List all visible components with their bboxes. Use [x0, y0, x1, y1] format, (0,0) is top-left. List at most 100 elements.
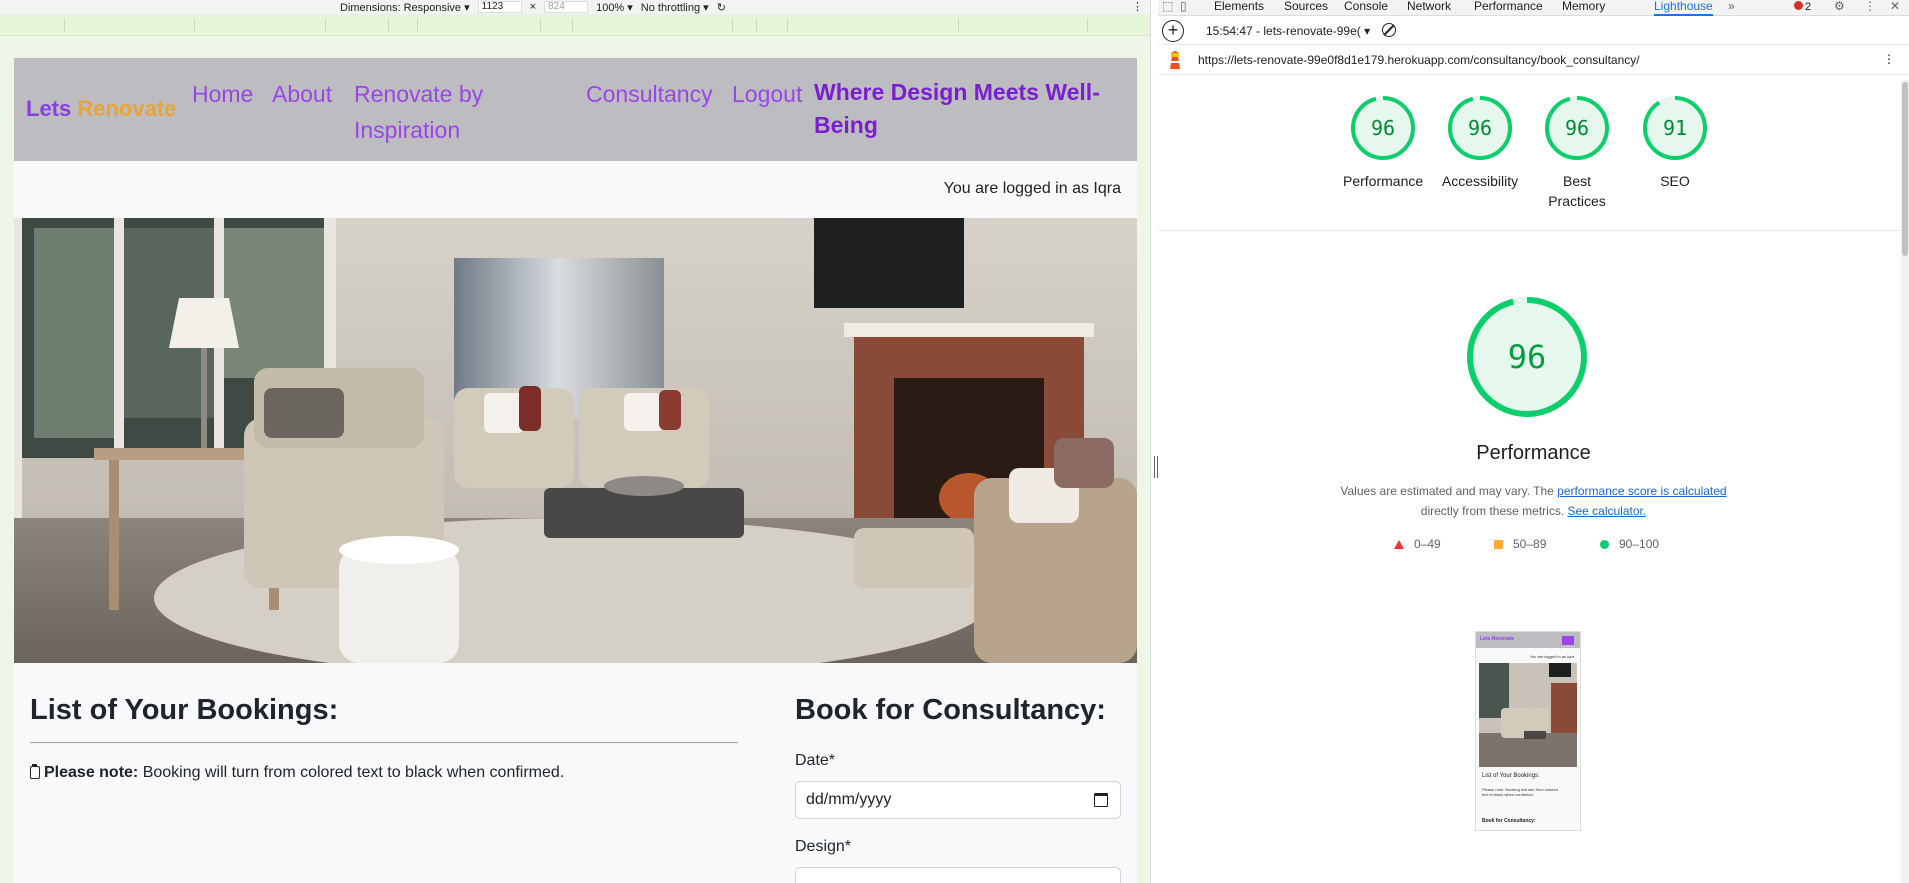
see-calculator-link[interactable]: See calculator. — [1567, 504, 1646, 518]
legend-mid-label: 50–89 — [1513, 537, 1547, 551]
legend-low: 0–49 — [1394, 537, 1441, 551]
book-consultancy-heading: Book for Consultancy: — [795, 694, 1106, 726]
devtools-menu-icon[interactable]: ⋮ — [1864, 0, 1876, 12]
tab-network[interactable]: Network — [1407, 0, 1451, 16]
lighthouse-toolbar: + 15:54:47 - lets-renovate-99e( ▾ — [1158, 17, 1909, 45]
tab-sources[interactable]: Sources — [1284, 0, 1328, 16]
thumb-menu-icon — [1562, 636, 1574, 645]
legend-high: 90–100 — [1600, 537, 1659, 551]
rotate-icon[interactable]: ↻ — [717, 1, 726, 14]
legend-mid: 50–89 — [1494, 537, 1546, 551]
settings-gear-icon[interactable]: ⚙ — [1834, 0, 1845, 12]
nav-consultancy[interactable]: Consultancy — [586, 76, 713, 112]
tab-performance[interactable]: Performance — [1474, 0, 1543, 16]
gauge-score: 96 — [1370, 116, 1396, 140]
clipboard-icon — [30, 764, 40, 779]
gauge-label: Performance — [1343, 173, 1424, 189]
ruler-tick — [64, 18, 65, 32]
gauge-performance[interactable]: 96 Performance — [1343, 95, 1423, 191]
thumb-hero-image — [1479, 663, 1577, 767]
error-badge[interactable]: 2 — [1794, 1, 1811, 13]
times-icon: × — [529, 1, 537, 13]
clear-reports-icon[interactable] — [1382, 23, 1396, 37]
report-scrollbar[interactable] — [1901, 80, 1909, 883]
devtools-tabbar: ⬚ ▯ Elements Sources Console Network Per… — [1158, 0, 1909, 16]
scrollbar-thumb[interactable] — [1902, 82, 1908, 256]
site-navbar: Lets Renovate Home About Renovate by Ins… — [14, 58, 1137, 161]
design-select[interactable] — [795, 867, 1121, 883]
performance-main-gauge: 96 — [1465, 295, 1589, 419]
report-dropdown-icon: ▾ — [1364, 24, 1371, 38]
performance-description: Values are estimated and may vary. The p… — [1158, 481, 1909, 521]
width-input[interactable]: 1123 — [477, 1, 522, 13]
desc-text-1: Values are estimated and may vary. The — [1340, 484, 1558, 498]
error-count: 2 — [1805, 1, 1812, 13]
note-text: Booking will turn from colored text to b… — [138, 764, 565, 781]
thumb-book-title: Book for Consultancy: — [1482, 818, 1536, 824]
lighthouse-logo-icon — [1170, 51, 1180, 69]
site-tagline: Where Design Meets Well- Being — [814, 76, 1114, 142]
emulated-page: Lets Renovate Home About Renovate by Ins… — [14, 58, 1137, 883]
logged-in-status: You are logged in as Iqra — [943, 180, 1121, 197]
more-options-icon[interactable]: ⋮ — [1132, 0, 1143, 13]
device-controls: Dimensions: Responsive ▾ 1123 × 824 100%… — [340, 0, 726, 14]
inspect-icon[interactable]: ⬚ — [1162, 0, 1173, 12]
ruler-tick — [756, 18, 757, 32]
height-input[interactable]: 824 — [544, 1, 589, 13]
date-input[interactable]: dd/mm/yyyy — [795, 781, 1121, 819]
note-label: Please note: — [44, 764, 139, 781]
tab-elements[interactable]: Elements — [1214, 0, 1264, 16]
page-screenshot-thumbnail[interactable]: Lets Renovate You are logged in as Iqra … — [1475, 631, 1581, 831]
tagline-line-2: Being — [814, 112, 878, 138]
ruler-tick — [958, 18, 959, 32]
thumb-logo: Lets Renovate — [1480, 636, 1515, 642]
media-query-ruler[interactable] — [0, 14, 1150, 36]
gauge-seo[interactable]: 91 SEO — [1635, 95, 1715, 191]
nav-about[interactable]: About — [272, 76, 332, 112]
dock-divider[interactable] — [1150, 0, 1158, 883]
site-logo[interactable]: Lets Renovate — [26, 96, 176, 122]
circle-icon — [1600, 540, 1609, 549]
gauge-best-practices[interactable]: 96 Best Practices — [1537, 95, 1617, 211]
devtools-panel: ⬚ ▯ Elements Sources Console Network Per… — [1158, 0, 1909, 883]
report-selector[interactable]: 15:54:47 - lets-renovate-99e( ▾ — [1206, 24, 1370, 38]
tab-console[interactable]: Console — [1344, 0, 1388, 16]
throttling-dropdown[interactable]: No throttling ▾ — [641, 1, 709, 14]
new-report-icon[interactable]: + — [1162, 20, 1184, 42]
date-placeholder: dd/mm/yyyy — [806, 791, 892, 808]
gauge-label: Accessibility — [1441, 173, 1519, 189]
nav-renovate-by-inspiration[interactable]: Renovate by Inspiration — [354, 76, 544, 148]
performance-title: Performance — [1476, 442, 1591, 464]
device-toolbar: Dimensions: Responsive ▾ 1123 × 824 100%… — [0, 0, 1150, 14]
dimensions-dropdown[interactable]: Dimensions: Responsive ▾ — [340, 1, 470, 14]
main-gauge-score: 96 — [1507, 338, 1547, 376]
gauges-divider — [1158, 230, 1909, 231]
close-devtools-icon[interactable]: ✕ — [1890, 0, 1900, 12]
thumb-login: You are logged in as Iqra — [1529, 654, 1574, 659]
report-menu-icon[interactable]: ⋮ — [1883, 52, 1895, 66]
legend-high-label: 90–100 — [1619, 537, 1660, 551]
ruler-tick — [787, 18, 788, 32]
ruler-tick — [194, 18, 195, 32]
desc-text-2: directly from these metrics. — [1420, 504, 1568, 518]
gauge-label: Best Practices — [1548, 173, 1606, 209]
more-tabs-icon[interactable]: » — [1728, 0, 1735, 12]
resize-grip-icon[interactable] — [1154, 456, 1155, 478]
gauge-label: SEO — [1660, 173, 1690, 189]
score-calculated-link[interactable]: performance score is calculated — [1557, 484, 1726, 498]
error-icon — [1794, 1, 1803, 10]
gauge-score: 96 — [1467, 116, 1493, 140]
gauge-accessibility[interactable]: 96 Accessibility — [1440, 95, 1520, 191]
tab-memory[interactable]: Memory — [1562, 0, 1605, 16]
bookings-divider — [30, 742, 738, 743]
nav-home[interactable]: Home — [192, 76, 253, 112]
zoom-dropdown[interactable]: 100% ▾ — [596, 1, 633, 14]
device-toggle-icon[interactable]: ▯ — [1180, 0, 1187, 12]
tab-lighthouse[interactable]: Lighthouse — [1654, 0, 1713, 16]
ruler-tick — [1087, 18, 1088, 32]
report-url[interactable]: https://lets-renovate-99e0f8d1e179.herok… — [1198, 53, 1640, 67]
nav-logout[interactable]: Logout — [732, 76, 802, 112]
calendar-icon[interactable] — [1094, 793, 1108, 807]
report-url-bar: https://lets-renovate-99e0f8d1e179.herok… — [1158, 45, 1909, 75]
ruler-tick — [417, 18, 418, 32]
